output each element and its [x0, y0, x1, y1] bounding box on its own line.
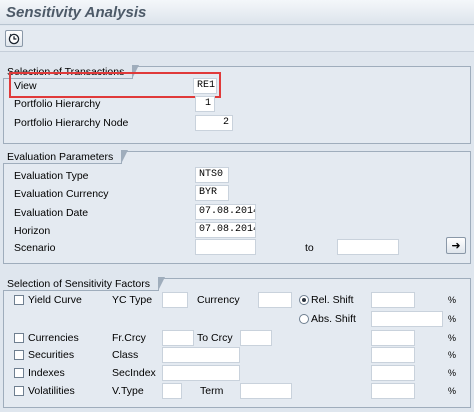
rel-shift-percent: % — [448, 295, 457, 305]
fr-crcy-label: Fr.Crcy — [112, 332, 146, 344]
yield-curve-label: Yield Curve — [28, 294, 82, 306]
yc-type-field[interactable] — [162, 292, 188, 308]
secindex-field[interactable] — [162, 365, 240, 381]
portfolio-hierarchy-label: Portfolio Hierarchy — [14, 98, 101, 110]
title-bar: Sensitivity Analysis — [0, 0, 474, 25]
currencies-percent: % — [448, 333, 457, 343]
execute-clock-icon — [8, 33, 20, 44]
indexes-shift-field[interactable] — [371, 365, 415, 381]
currencies-checkbox[interactable] — [14, 333, 24, 343]
sensitivity-factors-header: Selection of Sensitivity Factors — [3, 277, 165, 291]
scenario-from-field[interactable] — [195, 239, 256, 255]
volatilities-percent: % — [448, 386, 457, 396]
portfolio-hierarchy-node-field[interactable]: 2 — [195, 115, 233, 131]
arrow-right-icon: ➜ — [451, 239, 461, 252]
class-label: Class — [112, 349, 139, 361]
to-crcy-field[interactable] — [240, 330, 272, 346]
indexes-label: Indexes — [28, 367, 65, 379]
portfolio-hierarchy-node-label: Portfolio Hierarchy Node — [14, 117, 129, 129]
indexes-percent: % — [448, 368, 457, 378]
v-type-field[interactable] — [162, 383, 182, 399]
application-toolbar — [0, 26, 474, 52]
term-field[interactable] — [240, 383, 292, 399]
securities-label: Securities — [28, 349, 75, 361]
rel-shift-field[interactable] — [371, 292, 415, 308]
yield-curve-checkbox[interactable] — [14, 295, 24, 305]
scenario-to-field[interactable] — [337, 239, 399, 255]
to-crcy-label: To Crcy — [197, 332, 233, 344]
scenario-label: Scenario — [14, 242, 56, 254]
currencies-label: Currencies — [28, 332, 79, 344]
abs-shift-label: Abs. Shift — [311, 313, 356, 325]
evaluation-type-field[interactable]: NTS0 — [195, 167, 229, 183]
evaluation-currency-field[interactable]: BYR — [195, 185, 229, 201]
evaluation-parameters-header: Evaluation Parameters — [3, 150, 129, 164]
portfolio-hierarchy-field[interactable]: 1 — [195, 96, 215, 112]
currency-label: Currency — [197, 294, 240, 306]
v-type-label: V.Type — [112, 385, 144, 397]
abs-shift-field[interactable] — [371, 311, 443, 327]
scenario-to-label: to — [305, 242, 314, 254]
currency-field[interactable] — [258, 292, 292, 308]
fr-crcy-field[interactable] — [162, 330, 194, 346]
horizon-field[interactable]: 07.08.2014 — [195, 222, 256, 238]
volatilities-checkbox[interactable] — [14, 386, 24, 396]
view-highlight-box — [9, 72, 221, 98]
volatilities-label: Volatilities — [28, 385, 75, 397]
page-title: Sensitivity Analysis — [6, 4, 147, 21]
abs-shift-percent: % — [448, 314, 457, 324]
securities-checkbox[interactable] — [14, 350, 24, 360]
yc-type-label: YC Type — [112, 294, 153, 306]
class-field[interactable] — [162, 347, 240, 363]
securities-shift-field[interactable] — [371, 347, 415, 363]
horizon-label: Horizon — [14, 225, 51, 237]
evaluation-type-label: Evaluation Type — [14, 170, 89, 182]
currencies-shift-field[interactable] — [371, 330, 415, 346]
evaluation-date-label: Evaluation Date — [14, 207, 89, 219]
scenario-multiple-selection-button[interactable]: ➜ — [446, 237, 466, 254]
evaluation-currency-label: Evaluation Currency — [14, 188, 109, 200]
indexes-checkbox[interactable] — [14, 368, 24, 378]
term-label: Term — [200, 385, 224, 397]
rel-shift-label: Rel. Shift — [311, 294, 354, 306]
execute-button[interactable] — [5, 30, 23, 47]
evaluation-date-field[interactable]: 07.08.2014 — [195, 204, 256, 220]
abs-shift-radio[interactable] — [299, 314, 309, 324]
securities-percent: % — [448, 350, 457, 360]
volatilities-shift-field[interactable] — [371, 383, 415, 399]
rel-shift-radio[interactable] — [299, 295, 309, 305]
secindex-label: SecIndex — [112, 367, 156, 379]
